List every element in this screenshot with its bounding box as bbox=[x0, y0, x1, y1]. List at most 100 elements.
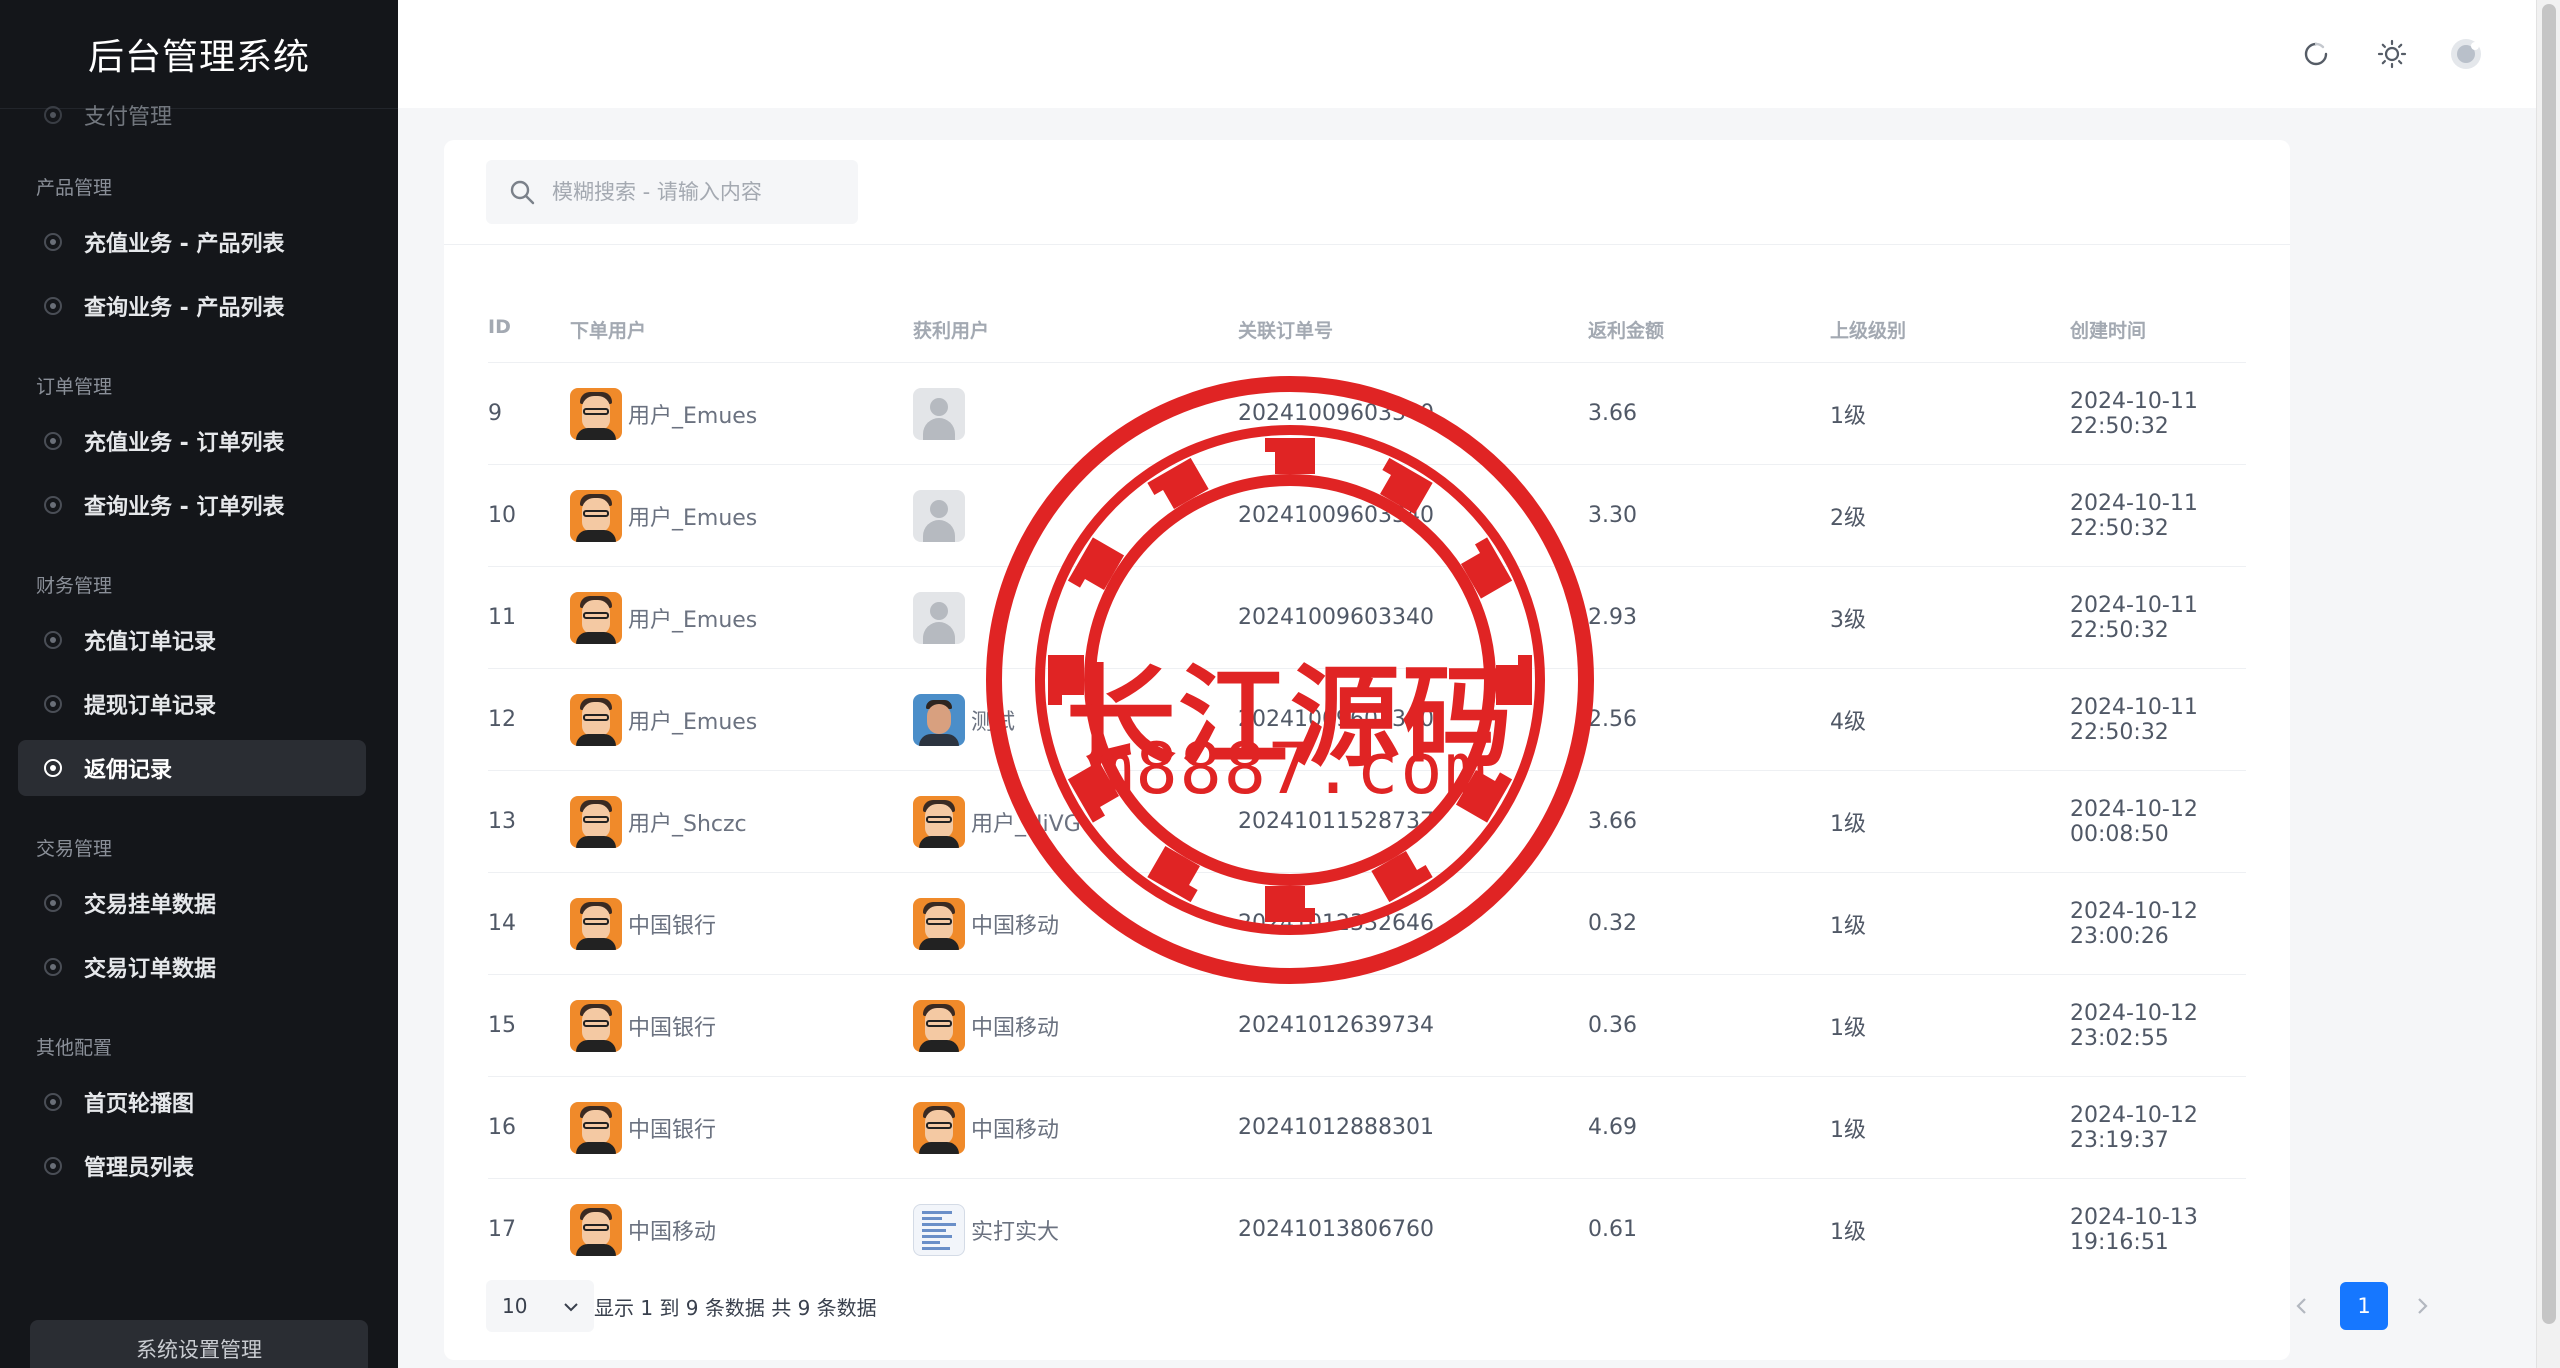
scrollbar-thumb[interactable] bbox=[2542, 4, 2556, 1324]
sidebar-item[interactable]: 交易挂单数据 bbox=[18, 875, 366, 931]
app-title: 后台管理系统 bbox=[0, 0, 398, 109]
cell-order-number: 20241009603340 bbox=[1238, 605, 1434, 630]
cell-rebate-amount: 3.66 bbox=[1588, 809, 1637, 834]
column-header-buyer: 下单用户 bbox=[570, 320, 647, 342]
sidebar-item-payment-partial[interactable]: 支付管理 bbox=[0, 95, 398, 135]
buyer-avatar bbox=[570, 489, 622, 542]
column-header-level: 上级级别 bbox=[1830, 320, 1907, 342]
cell-buyer: 中国银行 bbox=[570, 873, 716, 974]
cell-created-time: 2024-10-11 22:50:32 bbox=[2070, 388, 2198, 439]
cell-rebate-amount: 2.93 bbox=[1588, 605, 1637, 630]
earner-avatar bbox=[913, 387, 965, 440]
sidebar-item-label: 交易订单数据 bbox=[84, 957, 217, 982]
earner-avatar bbox=[913, 897, 965, 950]
cell-earner: 中国移动 bbox=[913, 975, 1059, 1076]
sidebar-item-label: 首页轮播图 bbox=[84, 1092, 195, 1117]
refresh-icon[interactable] bbox=[2296, 34, 2336, 74]
cell-rebate-amount: 3.66 bbox=[1588, 401, 1637, 426]
earner-avatar bbox=[913, 795, 965, 848]
cell-order-number: 20241013806760 bbox=[1238, 1217, 1434, 1242]
cell-rebate-amount: 0.36 bbox=[1588, 1013, 1637, 1038]
sidebar-item[interactable]: 查询业务 - 产品列表 bbox=[18, 278, 366, 334]
table-row[interactable]: 17 中国移动 实打实大 20241013806760 0.61 1级 2024-10-13… bbox=[488, 1178, 2246, 1280]
prev-page-icon[interactable] bbox=[2282, 1286, 2322, 1326]
cell-earner: 中国移动 bbox=[913, 1077, 1059, 1178]
cell-created-time: 2024-10-12 00:08:50 bbox=[2070, 796, 2198, 847]
table-row[interactable]: 16 中国银行 中国移动 20241012888301 4.69 1级 2024-10-12… bbox=[488, 1076, 2246, 1178]
buyer-avatar bbox=[570, 1101, 622, 1154]
table-header: ID 下单用户 获利用户 关联订单号 返利金额 上级级别 创建时间 bbox=[488, 306, 2246, 352]
buyer-avatar bbox=[570, 897, 622, 950]
cell-rebate-amount: 2.56 bbox=[1588, 707, 1637, 732]
page-size-select[interactable]: 10 bbox=[486, 1280, 594, 1332]
sidebar-group-title: 订单管理 bbox=[36, 376, 113, 398]
cell-created-time: 2024-10-13 19:16:51 bbox=[2070, 1204, 2198, 1255]
user-avatar-icon[interactable] bbox=[2446, 34, 2486, 74]
table-row[interactable]: 14 中国银行 中国移动 20241012332646 0.32 1级 2024-10-12… bbox=[488, 872, 2246, 974]
column-header-time: 创建时间 bbox=[2070, 320, 2147, 342]
cell-earner bbox=[913, 363, 971, 464]
cell-buyer: 用户_Emues bbox=[570, 363, 757, 464]
sidebar-item[interactable]: 交易订单数据 bbox=[18, 939, 366, 995]
cell-id: 16 bbox=[488, 1115, 516, 1140]
buyer-avatar bbox=[570, 387, 622, 440]
buyer-name: 用户_Emues bbox=[628, 607, 758, 633]
search-input[interactable] bbox=[550, 179, 834, 205]
search-box[interactable] bbox=[486, 160, 858, 224]
cell-order-number: 20241012888301 bbox=[1238, 1115, 1434, 1140]
cell-earner: 测试 bbox=[913, 669, 1015, 770]
page-size-value: 10 bbox=[502, 1294, 528, 1318]
sidebar-item-label: 交易挂单数据 bbox=[84, 893, 217, 918]
sidebar-item[interactable]: 充值订单记录 bbox=[18, 612, 366, 668]
cell-id: 10 bbox=[488, 503, 516, 528]
next-page-icon[interactable] bbox=[2402, 1286, 2442, 1326]
sun-icon[interactable] bbox=[2372, 34, 2412, 74]
sidebar-item[interactable]: 返佣记录 bbox=[18, 740, 366, 796]
radio-dot-icon bbox=[44, 432, 62, 450]
cell-earner bbox=[913, 465, 971, 566]
sidebar-item[interactable]: 查询业务 - 订单列表 bbox=[18, 477, 366, 533]
radio-dot-icon bbox=[44, 631, 62, 649]
sidebar-item-label: 管理员列表 bbox=[84, 1156, 195, 1181]
table-row[interactable]: 10 用户_Emues 20241009603340 3.30 2级 2024-10-11… bbox=[488, 464, 2246, 566]
system-settings-button[interactable]: 系统设置管理 bbox=[30, 1320, 368, 1368]
earner-name: 中国移动 bbox=[971, 1117, 1060, 1143]
rebate-records-card: ID 下单用户 获利用户 关联订单号 返利金额 上级级别 创建时间 9 用户_Em… bbox=[444, 140, 2428, 1360]
buyer-name: 用户_Emues bbox=[628, 403, 758, 429]
earner-name: 测试 bbox=[971, 709, 1016, 735]
cell-buyer: 中国移动 bbox=[570, 1179, 716, 1280]
cell-order-number: 20241012639734 bbox=[1238, 1013, 1434, 1038]
cell-level: 4级 bbox=[1830, 709, 1866, 735]
page-scrollbar[interactable] bbox=[2536, 0, 2560, 1368]
buyer-name: 用户_Emues bbox=[628, 709, 758, 735]
buyer-avatar bbox=[570, 591, 622, 644]
cell-buyer: 中国银行 bbox=[570, 975, 716, 1076]
table-row[interactable]: 11 用户_Emues 20241009603340 2.93 3级 2024-10-11… bbox=[488, 566, 2246, 668]
table-row[interactable]: 15 中国银行 中国移动 20241012639734 0.36 1级 2024-10-12… bbox=[488, 974, 2246, 1076]
table-row[interactable]: 9 用户_Emues 20241009603340 3.66 1级 2024-10-11 … bbox=[488, 362, 2246, 464]
cell-order-number: 20241012332646 bbox=[1238, 911, 1434, 936]
sidebar-group-title: 财务管理 bbox=[36, 575, 113, 597]
search-icon bbox=[508, 178, 536, 206]
cell-id: 17 bbox=[488, 1217, 516, 1242]
cell-id: 9 bbox=[488, 401, 502, 426]
cell-level: 1级 bbox=[1830, 811, 1866, 837]
sidebar-item[interactable]: 提现订单记录 bbox=[18, 676, 366, 732]
sidebar-item[interactable]: 充值业务 - 订单列表 bbox=[18, 413, 366, 469]
column-header-order: 关联订单号 bbox=[1238, 320, 1334, 342]
page-number-current[interactable]: 1 bbox=[2340, 1282, 2388, 1330]
sidebar-item-label: 支付管理 bbox=[84, 105, 173, 130]
cell-order-number: 20241009603340 bbox=[1238, 707, 1434, 732]
sidebar-item[interactable]: 首页轮播图 bbox=[18, 1074, 366, 1130]
sidebar-item[interactable]: 管理员列表 bbox=[18, 1138, 366, 1194]
cell-level: 1级 bbox=[1830, 1117, 1866, 1143]
cell-rebate-amount: 0.61 bbox=[1588, 1217, 1637, 1242]
sidebar-item[interactable]: 充值业务 - 产品列表 bbox=[18, 214, 366, 270]
earner-avatar bbox=[913, 489, 965, 542]
cell-rebate-amount: 4.69 bbox=[1588, 1115, 1637, 1140]
cell-buyer: 用户_Emues bbox=[570, 669, 757, 770]
table-row[interactable]: 12 用户_Emues 测试 20241009603340 2.56 4级 2024-10-… bbox=[488, 668, 2246, 770]
buyer-avatar bbox=[570, 999, 622, 1052]
table-row[interactable]: 13 用户_Shczc 用户_HiVG 20241011528737 3.66 1级 202… bbox=[488, 770, 2246, 872]
buyer-avatar bbox=[570, 795, 622, 848]
